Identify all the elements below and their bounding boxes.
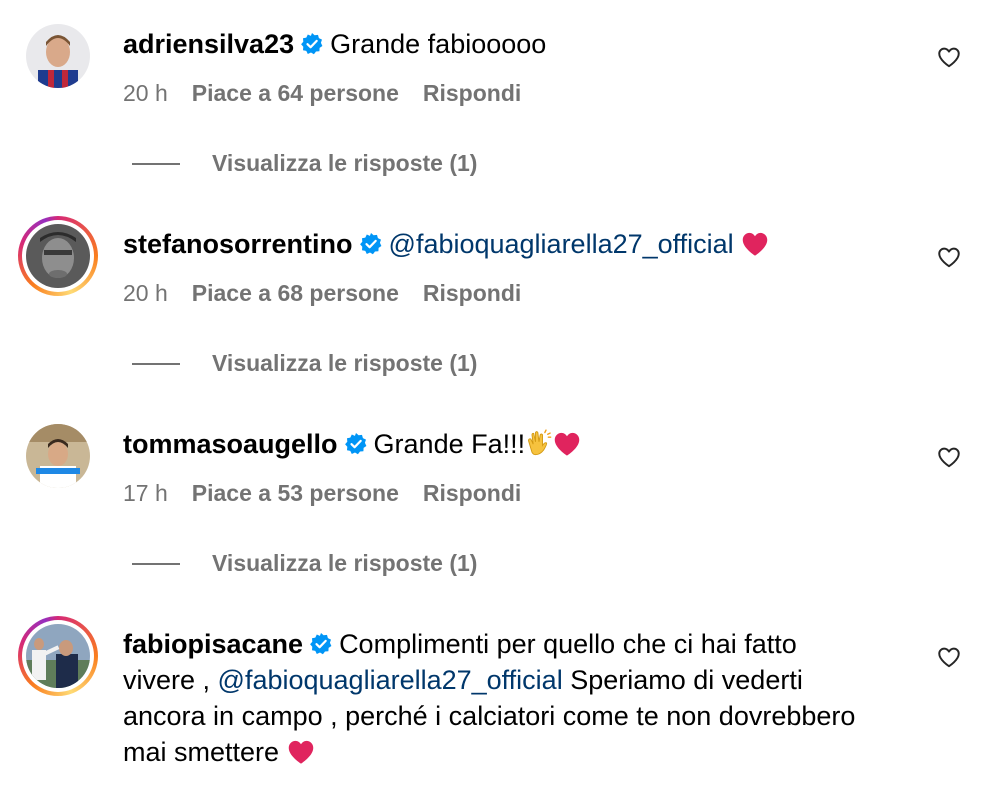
likes-count[interactable]: Piace a 68 persone	[192, 280, 399, 307]
username[interactable]: tommasoaugello	[123, 429, 338, 459]
username[interactable]: fabiopisacane	[123, 629, 303, 659]
view-replies-button[interactable]: Visualizza le risposte (1)	[132, 150, 477, 177]
comment-body: tommasoaugello Grande Fa!!!	[123, 426, 863, 462]
likes-count[interactable]: Piace a 53 persone	[192, 480, 399, 507]
avatar[interactable]	[18, 216, 98, 296]
verified-badge-icon	[301, 33, 323, 55]
likes-count[interactable]: Piace a 64 persone	[192, 80, 399, 107]
comment-meta: 20 h Piace a 64 persone Rispondi	[123, 80, 521, 107]
replies-divider	[132, 362, 180, 365]
avatar[interactable]	[18, 416, 98, 496]
comment-text: Grande Fa!!!	[373, 429, 526, 459]
avatar[interactable]	[18, 616, 98, 696]
clapping-hands-emoji	[528, 429, 552, 456]
view-replies-label: Visualizza le risposte (1)	[212, 350, 478, 376]
heart-emoji	[742, 232, 768, 256]
verified-badge-icon	[310, 633, 332, 655]
view-replies-button[interactable]: Visualizza le risposte (1)	[132, 550, 477, 577]
comment-meta: 20 h Piace a 68 persone Rispondi	[123, 280, 521, 307]
comment-body: stefanosorrentino @fabioquagliarella27_of…	[123, 226, 863, 262]
mention-link[interactable]: @fabioquagliarella27_official	[218, 665, 563, 695]
timestamp[interactable]: 20 h	[123, 80, 168, 107]
heart-emoji	[554, 432, 580, 456]
comment-meta: 17 h Piace a 53 persone Rispondi	[123, 480, 521, 507]
view-replies-label: Visualizza le risposte (1)	[212, 550, 478, 576]
replies-divider	[132, 562, 180, 565]
replies-divider	[132, 162, 180, 165]
username[interactable]: stefanosorrentino	[123, 229, 353, 259]
verified-badge-icon	[359, 233, 381, 255]
comment-text: Grande fabiooooo	[330, 29, 547, 59]
comment-body: adriensilva23 Grande fabiooooo	[123, 26, 863, 62]
reply-button[interactable]: Rispondi	[423, 80, 521, 107]
like-heart-icon[interactable]	[936, 444, 962, 470]
timestamp[interactable]: 17 h	[123, 480, 168, 507]
reply-button[interactable]: Rispondi	[423, 480, 521, 507]
view-replies-label: Visualizza le risposte (1)	[212, 150, 478, 176]
timestamp[interactable]: 20 h	[123, 280, 168, 307]
comment-body: fabiopisacane Complimenti per quello che …	[123, 626, 863, 770]
reply-button[interactable]: Rispondi	[423, 280, 521, 307]
like-heart-icon[interactable]	[936, 44, 962, 70]
mention-link[interactable]: @fabioquagliarella27_official	[389, 229, 734, 259]
heart-emoji	[288, 740, 313, 764]
avatar[interactable]	[18, 16, 98, 96]
verified-badge-icon	[344, 433, 366, 455]
username[interactable]: adriensilva23	[123, 29, 294, 59]
like-heart-icon[interactable]	[936, 644, 962, 670]
view-replies-button[interactable]: Visualizza le risposte (1)	[132, 350, 477, 377]
like-heart-icon[interactable]	[936, 244, 962, 270]
